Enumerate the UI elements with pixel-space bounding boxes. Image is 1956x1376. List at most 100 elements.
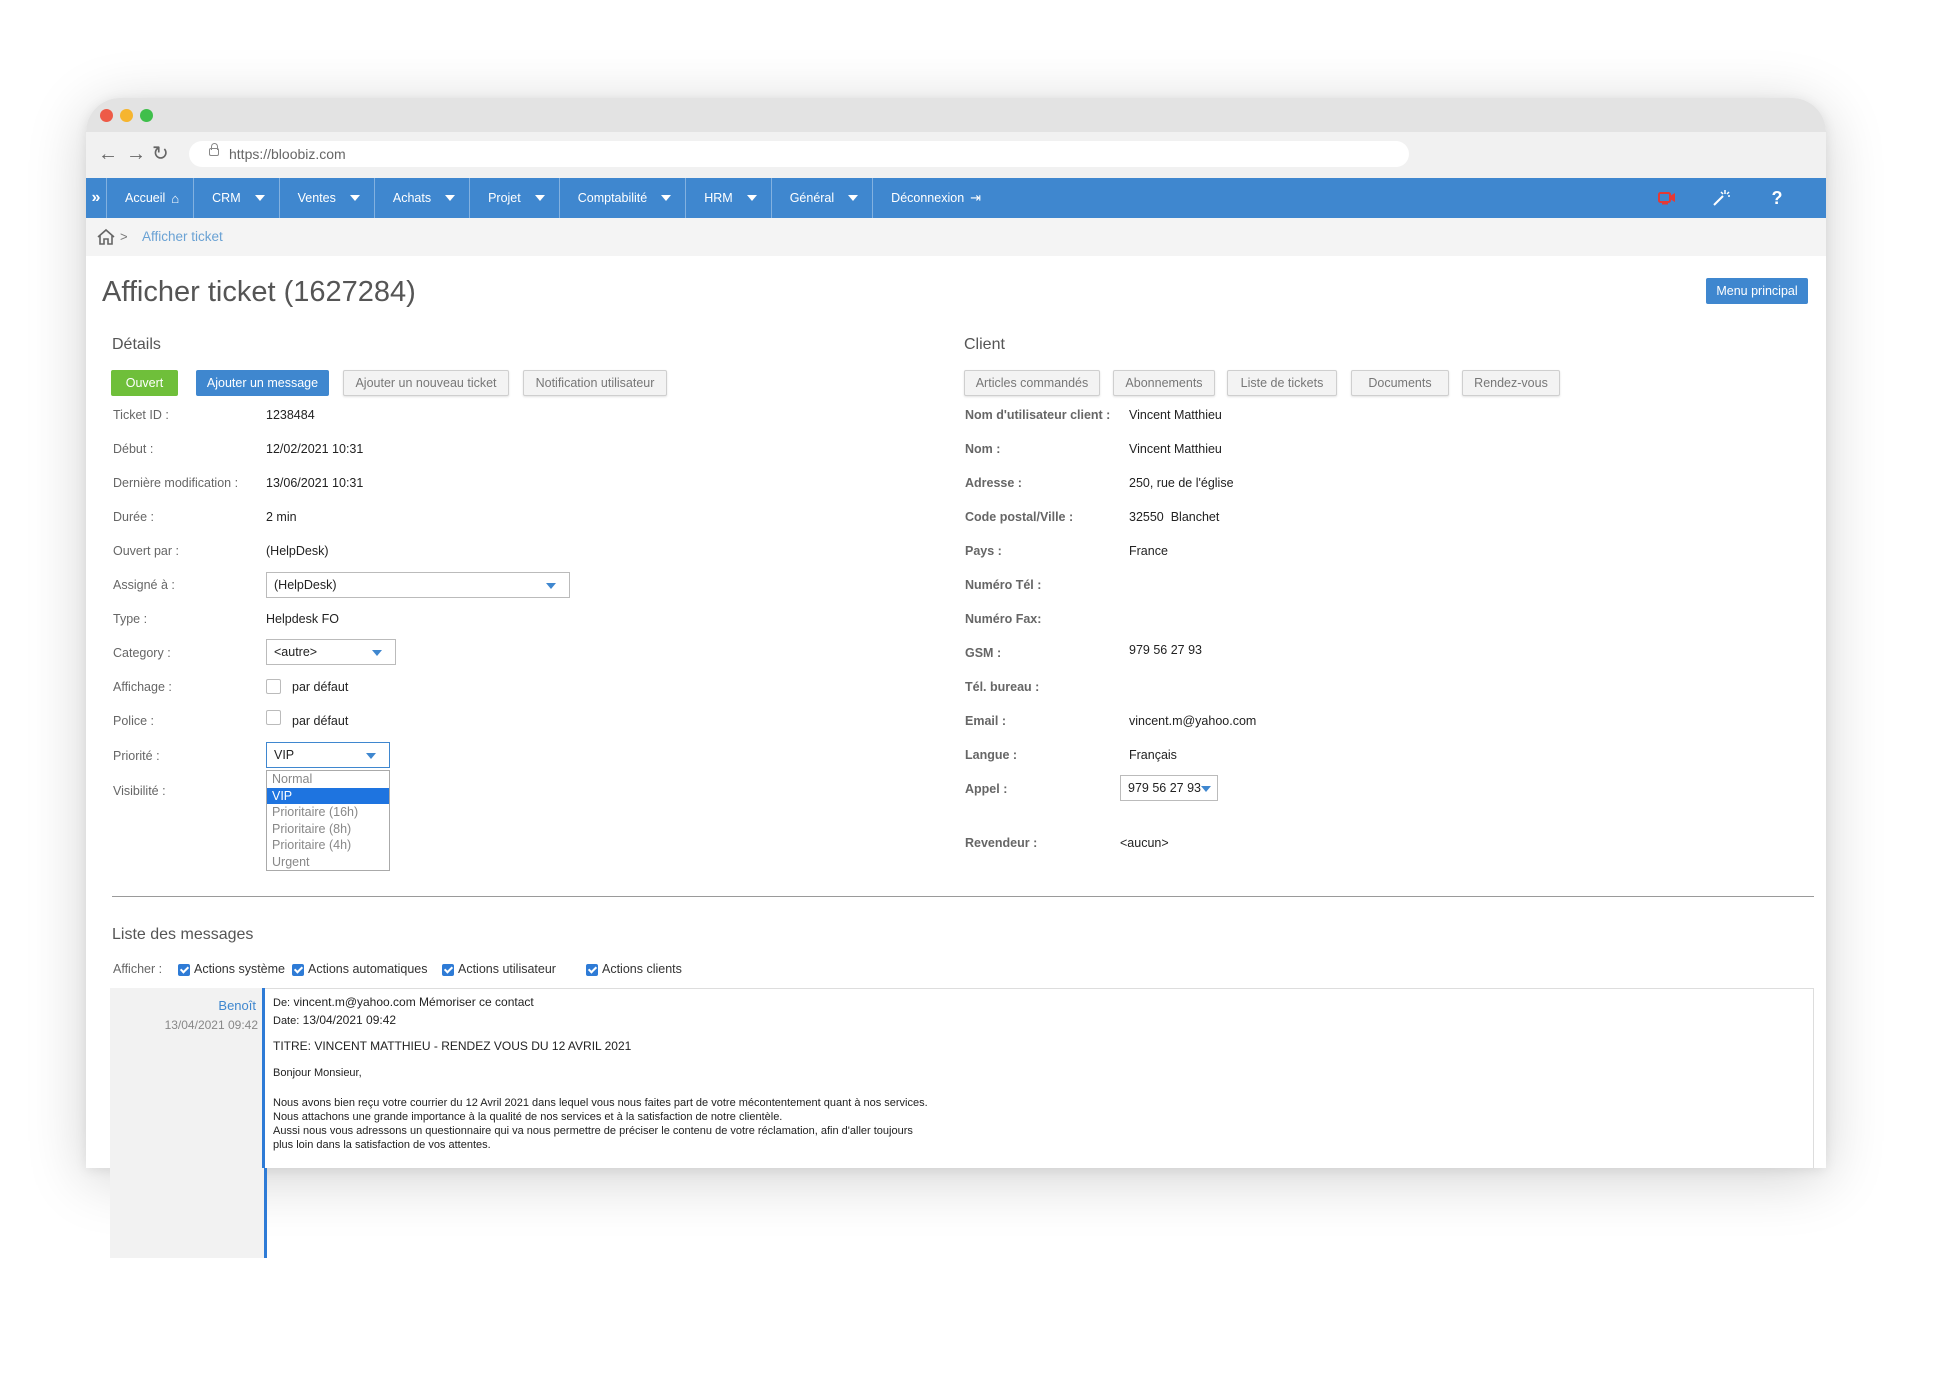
breadcrumb: > Afficher ticket bbox=[86, 218, 1826, 256]
maximize-window-button[interactable] bbox=[140, 109, 153, 122]
postal-city-value: 32550 Blanchet bbox=[1129, 510, 1220, 524]
message-body-line: Nous attachons une grande importance à l… bbox=[273, 1111, 783, 1123]
priority-value: VIP bbox=[274, 748, 295, 762]
reseller-value: <aucun> bbox=[1120, 836, 1169, 850]
chevron-down-icon bbox=[1201, 786, 1211, 792]
breadcrumb-current[interactable]: Afficher ticket bbox=[142, 229, 223, 244]
duration-value: 2 min bbox=[266, 510, 297, 524]
title-bar bbox=[86, 98, 1826, 132]
message-body-line: plus loin dans la satisfaction de vos at… bbox=[273, 1139, 491, 1151]
menu-accueil[interactable]: Accueil ⌂ bbox=[106, 178, 193, 218]
priority-dropdown-list: Normal VIP Prioritaire (16h) Prioritaire (8… bbox=[266, 770, 390, 871]
menu-deconnexion[interactable]: Déconnexion ⇥ bbox=[872, 178, 995, 218]
message-author[interactable]: Benoît bbox=[218, 998, 256, 1013]
menu-general[interactable]: Général bbox=[770, 178, 872, 218]
caret-down-icon bbox=[254, 195, 265, 201]
address-bar: ← → ↻ https://bloobiz.com bbox=[86, 132, 1826, 178]
message-accent-bar-extension bbox=[264, 1168, 267, 1258]
menu-expand-icon[interactable]: » bbox=[86, 178, 106, 218]
menu-item-label: CRM bbox=[212, 191, 241, 205]
menu-crm[interactable]: CRM bbox=[193, 178, 278, 218]
magic-wand-icon[interactable] bbox=[1708, 178, 1734, 218]
priority-option[interactable]: Urgent bbox=[267, 854, 389, 871]
add-ticket-button[interactable]: Ajouter un nouveau ticket bbox=[343, 370, 509, 396]
message-date: 13/04/2021 09:42 bbox=[164, 1018, 258, 1032]
filter-checkbox[interactable] bbox=[442, 964, 454, 976]
office-phone-label: Tél. bureau : bbox=[965, 680, 1040, 694]
forward-arrow-icon[interactable]: → bbox=[126, 142, 146, 166]
menu-item-label: Accueil bbox=[125, 191, 166, 205]
menu-projet[interactable]: Projet bbox=[469, 178, 559, 218]
call-select[interactable]: 979 56 27 93 bbox=[1120, 775, 1218, 801]
from-value[interactable]: vincent.m@yahoo.com Mémoriser ce contact bbox=[293, 995, 533, 1009]
filter-label: Afficher : bbox=[113, 962, 163, 976]
back-arrow-icon[interactable]: ← bbox=[98, 142, 118, 166]
ordered-items-button[interactable]: Articles commandés bbox=[964, 370, 1100, 396]
duration-label: Durée : bbox=[113, 510, 154, 524]
menu-item-label: Déconnexion bbox=[891, 191, 965, 205]
last-modified-label: Dernière modification : bbox=[113, 476, 239, 490]
minimize-window-button[interactable] bbox=[120, 109, 133, 122]
menu-comptabilite[interactable]: Comptabilité bbox=[558, 178, 685, 218]
close-window-button[interactable] bbox=[100, 109, 113, 122]
url-text: https://bloobiz.com bbox=[229, 146, 346, 162]
filter-label-text: Actions clients bbox=[602, 962, 682, 976]
priority-option[interactable]: Prioritaire (16h) bbox=[267, 804, 389, 821]
subscriptions-button[interactable]: Abonnements bbox=[1113, 370, 1215, 396]
caret-down-icon bbox=[349, 195, 360, 201]
menu-ventes[interactable]: Ventes bbox=[278, 178, 374, 218]
date-label: Date: bbox=[273, 1015, 300, 1027]
assigned-to-select[interactable]: (HelpDesk) bbox=[266, 572, 570, 598]
email-value[interactable]: vincent.m@yahoo.com bbox=[1129, 714, 1256, 728]
from-label: De: bbox=[273, 997, 291, 1009]
message-meta: Benoît 13/04/2021 09:42 bbox=[110, 988, 262, 1168]
help-icon[interactable]: ? bbox=[1764, 178, 1790, 218]
category-select[interactable]: <autre> bbox=[266, 639, 396, 665]
priority-option[interactable]: Normal bbox=[267, 771, 389, 788]
message-meta-extension bbox=[110, 1168, 264, 1258]
message-body-line: Aussi nous vous adressons un questionnai… bbox=[273, 1125, 913, 1137]
filter-label-text: Actions utilisateur bbox=[458, 962, 556, 976]
filter-checkbox[interactable] bbox=[586, 964, 598, 976]
page-title: Afficher ticket (1627284) bbox=[102, 276, 416, 308]
chevron-down-icon bbox=[366, 753, 376, 759]
menu-hrm[interactable]: HRM bbox=[685, 178, 770, 218]
start-label: Début : bbox=[113, 442, 154, 456]
lock-icon bbox=[209, 143, 219, 156]
menu-achats[interactable]: Achats bbox=[373, 178, 469, 218]
notify-user-button[interactable]: Notification utilisateur bbox=[523, 370, 667, 396]
reload-icon[interactable]: ↻ bbox=[152, 142, 169, 166]
priority-option[interactable]: Prioritaire (8h) bbox=[267, 821, 389, 838]
call-label: Appel : bbox=[965, 782, 1008, 796]
address-value: 250, rue de l'église bbox=[1129, 476, 1234, 490]
video-call-icon[interactable] bbox=[1654, 178, 1680, 218]
language-value: Français bbox=[1129, 748, 1177, 762]
documents-button[interactable]: Documents bbox=[1351, 370, 1449, 396]
display-label: Affichage : bbox=[113, 680, 172, 694]
menu-item-label: Comptabilité bbox=[577, 191, 648, 205]
home-icon[interactable] bbox=[96, 228, 116, 249]
filter-checkbox[interactable] bbox=[178, 964, 190, 976]
menu-item-label: HRM bbox=[704, 191, 733, 205]
reseller-label: Revendeur : bbox=[965, 836, 1038, 850]
postal-city-label: Code postal/Ville : bbox=[965, 510, 1074, 524]
priority-option[interactable]: Prioritaire (4h) bbox=[267, 837, 389, 854]
category-value: <autre> bbox=[274, 645, 318, 659]
type-label: Type : bbox=[113, 612, 148, 626]
ticket-list-button[interactable]: Liste de tickets bbox=[1227, 370, 1337, 396]
filter-label-text: Actions système bbox=[194, 962, 286, 976]
main-menu-button[interactable]: Menu principal bbox=[1706, 278, 1808, 304]
status-open-button[interactable]: Ouvert bbox=[111, 370, 178, 396]
display-checkbox[interactable] bbox=[266, 679, 281, 694]
message-item: Benoît 13/04/2021 09:42 De: vincent.m@ya… bbox=[110, 988, 1814, 1168]
filter-checkbox[interactable] bbox=[292, 964, 304, 976]
font-checkbox[interactable] bbox=[266, 710, 281, 725]
assigned-to-value: (HelpDesk) bbox=[274, 578, 337, 592]
appointments-button[interactable]: Rendez-vous bbox=[1462, 370, 1560, 396]
priority-option[interactable]: VIP bbox=[267, 787, 389, 804]
priority-select[interactable]: VIP bbox=[266, 742, 390, 768]
main-menu-bar: » Accueil ⌂ CRM Ventes Achats Projet Comptabil… bbox=[86, 178, 1826, 218]
url-field[interactable]: https://bloobiz.com bbox=[189, 141, 1409, 167]
phone-label: Numéro Tél : bbox=[965, 578, 1042, 592]
add-message-button[interactable]: Ajouter un message bbox=[196, 370, 329, 396]
